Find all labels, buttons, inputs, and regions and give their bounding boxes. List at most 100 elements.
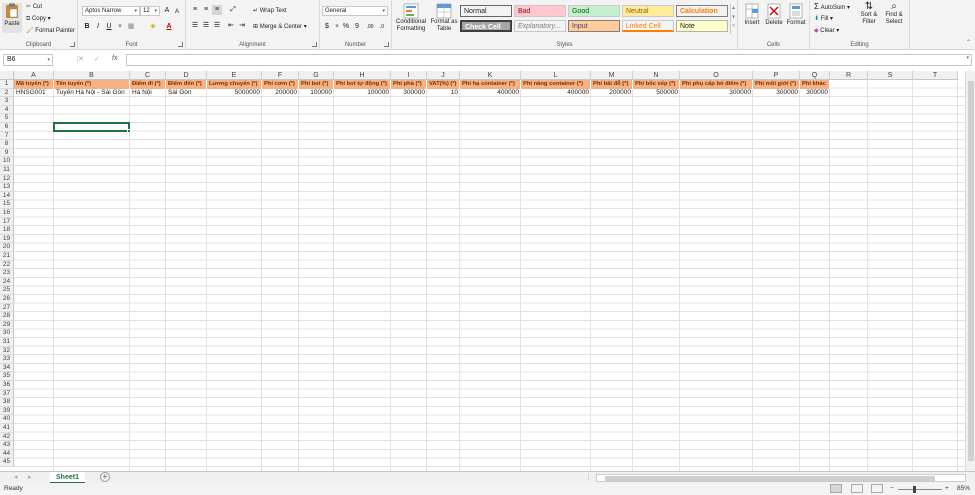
data-cell[interactable]: Sài Gòn: [166, 89, 207, 98]
column-header[interactable]: P: [753, 71, 800, 80]
header-cell[interactable]: Phí môi giới (*): [753, 80, 800, 89]
borders-icon[interactable]: ▦: [126, 22, 136, 32]
font-size-select[interactable]: 12 ▾: [140, 6, 160, 16]
align-center-icon[interactable]: ☰: [201, 21, 211, 31]
copy-button[interactable]: ⧉ Copy ▾: [26, 15, 51, 23]
row-header[interactable]: 34: [0, 363, 14, 373]
alignment-launcher-icon[interactable]: [312, 42, 317, 47]
currency-icon[interactable]: $: [322, 22, 332, 32]
clear-button[interactable]: ◆ Clear ▾: [814, 27, 839, 35]
align-bottom-icon[interactable]: ≡: [212, 5, 222, 15]
font-launcher-icon[interactable]: [178, 42, 183, 47]
increase-indent-icon[interactable]: ⇥: [237, 21, 247, 31]
formula-input[interactable]: ▾: [126, 54, 972, 66]
row-header[interactable]: 23: [0, 269, 14, 278]
row-header[interactable]: 2: [0, 88, 14, 98]
row-header[interactable]: 7: [0, 131, 14, 141]
number-format-select[interactable]: General ▾: [322, 6, 388, 16]
column-header[interactable]: H: [334, 71, 391, 80]
row-header[interactable]: 14: [0, 191, 14, 201]
header-cell[interactable]: VAT(%) (*): [427, 80, 460, 89]
style-calculation[interactable]: Calculation: [676, 5, 728, 17]
vertical-scrollbar[interactable]: [965, 71, 975, 471]
data-cell[interactable]: 400000: [460, 89, 521, 98]
style-good[interactable]: Good: [568, 5, 620, 17]
data-cell[interactable]: 100000: [334, 89, 391, 98]
horizontal-scrollbar[interactable]: [596, 474, 966, 482]
row-header[interactable]: 30: [0, 329, 14, 338]
row-header[interactable]: 33: [0, 355, 14, 364]
column-header[interactable]: C: [130, 71, 166, 80]
row-header[interactable]: 10: [0, 157, 14, 166]
insert-button[interactable]: Insert: [742, 3, 762, 27]
conditional-formatting-button[interactable]: Conditional Formatting: [394, 3, 428, 33]
column-header[interactable]: O: [680, 71, 753, 80]
cell-area[interactable]: [14, 80, 965, 471]
header-cell[interactable]: Điểm đến (*): [166, 80, 207, 89]
header-cell[interactable]: Phí bốc xếp (*): [633, 80, 680, 89]
row-header[interactable]: 44: [0, 449, 14, 459]
column-header[interactable]: R: [830, 71, 868, 80]
style-check-cell[interactable]: Check Cell: [460, 20, 512, 32]
row-header[interactable]: 26: [0, 295, 14, 304]
cancel-icon[interactable]: ✕: [78, 55, 84, 63]
number-launcher-icon[interactable]: [384, 42, 389, 47]
header-cell[interactable]: Phí phà (*): [391, 80, 427, 89]
align-top-icon[interactable]: ≡: [190, 5, 200, 15]
zoom-in-icon[interactable]: +: [945, 483, 949, 495]
row-header[interactable]: 24: [0, 277, 14, 287]
style-bad[interactable]: Bad: [514, 5, 566, 17]
row-header[interactable]: 35: [0, 372, 14, 381]
data-cell[interactable]: 500000: [633, 89, 680, 98]
style-normal[interactable]: Normal: [460, 5, 512, 17]
data-cell[interactable]: HNSG001: [14, 89, 54, 98]
row-header[interactable]: 19: [0, 234, 14, 244]
row-header[interactable]: 22: [0, 260, 14, 270]
row-header[interactable]: 17: [0, 217, 14, 227]
header-cell[interactable]: Phí hạ container (*): [460, 80, 521, 89]
decrease-font-icon[interactable]: A: [172, 7, 182, 17]
wrap-text-button[interactable]: ↵ Wrap Text: [253, 7, 287, 15]
row-header[interactable]: 1: [0, 80, 14, 89]
header-cell[interactable]: Phí nâng container (*): [521, 80, 591, 89]
row-header[interactable]: 27: [0, 303, 14, 313]
style-input[interactable]: Input: [568, 20, 620, 32]
row-header[interactable]: 6: [0, 123, 14, 132]
header-cell[interactable]: Phí bãi đỗ (*): [591, 80, 633, 89]
data-cell[interactable]: 300000: [391, 89, 427, 98]
header-cell[interactable]: Điểm đi (*): [130, 80, 166, 89]
column-header[interactable]: M: [591, 71, 633, 80]
column-header[interactable]: D: [166, 71, 207, 80]
delete-button[interactable]: Delete: [764, 3, 784, 27]
align-middle-icon[interactable]: ≡: [201, 5, 211, 15]
data-cell[interactable]: 400000: [521, 89, 591, 98]
data-cell[interactable]: 300000: [800, 89, 830, 98]
decrease-indent-icon[interactable]: ⇤: [226, 21, 236, 31]
zoom-slider-thumb[interactable]: [913, 486, 916, 493]
row-header[interactable]: 15: [0, 200, 14, 209]
column-header[interactable]: E: [207, 71, 262, 80]
font-color-icon[interactable]: A: [164, 22, 174, 32]
fill-button[interactable]: ⬇ Fill ▾: [814, 15, 833, 23]
row-header[interactable]: 25: [0, 286, 14, 295]
row-header[interactable]: 3: [0, 97, 14, 106]
data-cell[interactable]: 5000000: [207, 89, 262, 98]
increase-decimal-icon[interactable]: .00: [365, 22, 375, 32]
enter-icon[interactable]: ✓: [94, 55, 100, 63]
style-note[interactable]: Note: [676, 20, 728, 32]
row-header[interactable]: 20: [0, 243, 14, 252]
percent-icon[interactable]: %: [341, 22, 351, 32]
data-cell[interactable]: 200000: [262, 89, 299, 98]
zoom-slider[interactable]: [898, 489, 942, 490]
data-cell[interactable]: 300000: [753, 89, 800, 98]
page-layout-icon[interactable]: [851, 484, 863, 493]
data-cell[interactable]: Hà Nội: [130, 89, 166, 98]
sort-filter-button[interactable]: ⇅ Sort & Filter: [858, 2, 880, 26]
fill-handle[interactable]: [127, 128, 131, 133]
column-header[interactable]: Q: [800, 71, 830, 80]
row-header[interactable]: 21: [0, 252, 14, 261]
row-header[interactable]: 37: [0, 389, 14, 399]
column-header[interactable]: G: [299, 71, 334, 80]
column-header[interactable]: L: [521, 71, 591, 80]
column-header[interactable]: S: [868, 71, 913, 80]
